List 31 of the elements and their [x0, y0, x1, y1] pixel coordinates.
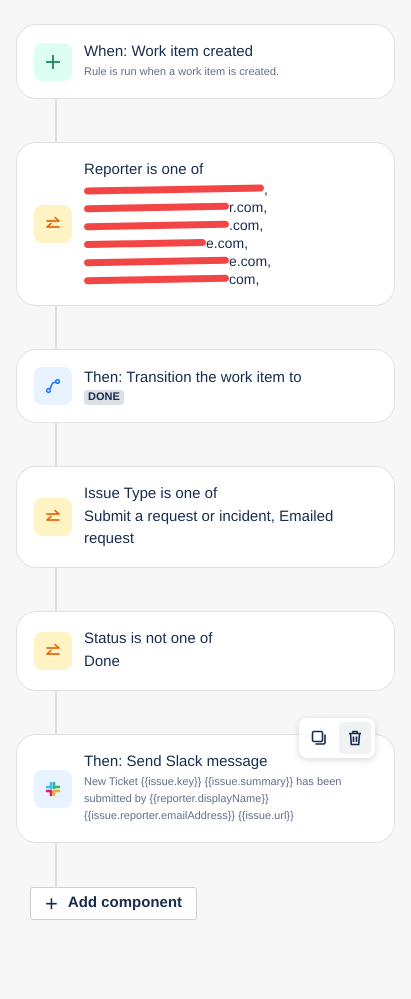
email-fragment: .com,: [229, 216, 264, 234]
rule-step-card[interactable]: Status is not one of Done: [16, 611, 395, 691]
step-title: When: Work item created: [84, 42, 254, 62]
swap-arrows-icon: [34, 498, 72, 536]
status-lozenge: DONE: [84, 390, 124, 404]
step-title: Status is not one of: [84, 629, 212, 649]
email-fragment: ,: [264, 180, 268, 198]
step-title: Then: Send Slack message: [84, 752, 268, 772]
email-fragment: com,: [229, 270, 260, 288]
rule-step-card[interactable]: Then: Send Slack message New Ticket {{issue.key}} {{issue.summary}} has been submitted by {{reporter.displayName}} {{issue.reporter.emailAddress}} {{issue.url}}: [16, 734, 395, 843]
rule-step-card[interactable]: Then: Transition the work item to DONE: [16, 349, 395, 423]
delete-icon[interactable]: [339, 722, 371, 754]
plus-icon: [34, 42, 72, 80]
email-fragment: r.com,: [229, 198, 268, 216]
swap-arrows-icon: [34, 632, 72, 670]
step-title: Reporter is one of: [84, 160, 204, 180]
rule-step-card[interactable]: Issue Type is one of Submit a request or incident, Emailed request: [16, 466, 395, 568]
add-component-button[interactable]: + Add component: [30, 887, 198, 920]
condition-value: Submit a request or incident, Emailed request: [84, 507, 334, 549]
email-fragment: e.com,: [229, 252, 272, 270]
step-title: Issue Type is one of: [84, 484, 218, 504]
email-fragment: e.com,: [206, 234, 248, 252]
swap-arrows-icon: [34, 205, 72, 243]
condition-value: Done: [84, 652, 121, 672]
path-icon: [34, 367, 72, 405]
rule-step-card[interactable]: When: Work item created Rule is run when a work item is created.: [16, 24, 395, 99]
step-title: Then: Transition the work item to: [84, 368, 302, 388]
step-description: Rule is run when a work item is created.: [84, 65, 280, 80]
rule-step-card[interactable]: Reporter is one of , r.com, .com, e.com, e.com, com,: [16, 142, 395, 306]
step-description: New Ticket {{issue.key}} {{issue.summary}} has been submitted by {{reporter.displayName}} {{issue.reporter.emailAddress}} {{issue.url}}: [84, 775, 342, 824]
slack-logo-icon: [34, 770, 72, 808]
